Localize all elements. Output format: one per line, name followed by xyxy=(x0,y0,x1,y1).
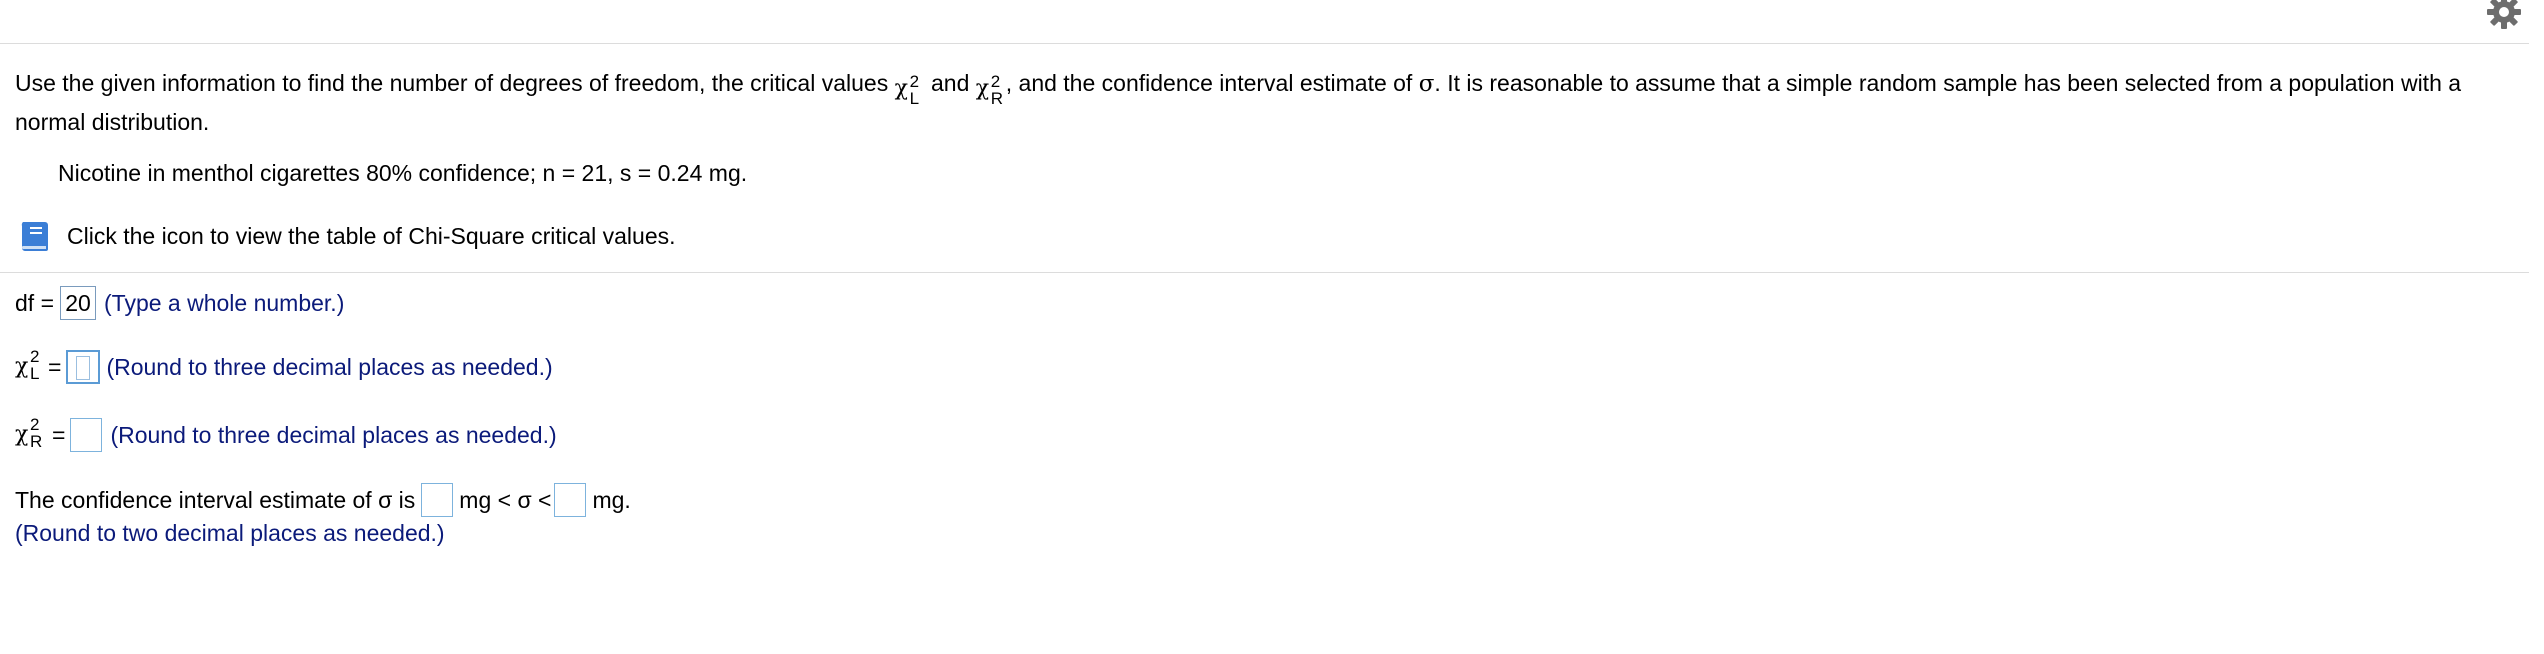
chi-square-right-label: χ2R xyxy=(15,415,43,451)
df-label: df = xyxy=(15,289,55,316)
gear-icon[interactable] xyxy=(2484,0,2524,32)
text-cursor xyxy=(76,356,91,380)
ci-upper-input[interactable] xyxy=(554,483,587,517)
top-divider xyxy=(0,43,2529,44)
ci-lower-input[interactable] xyxy=(421,483,454,517)
problem-statement: Use the given information to find the nu… xyxy=(15,70,2462,135)
chi-right-row: χ2R = (Round to three decimal places as … xyxy=(15,415,557,452)
chi-left-input[interactable] xyxy=(66,350,101,384)
ci-row: The confidence interval estimate of σ is… xyxy=(15,483,631,517)
ci-hint: (Round to two decimal places as needed.) xyxy=(15,520,445,546)
table-link-label[interactable]: Click the icon to view the table of Chi-… xyxy=(67,223,676,250)
chi-square-left-symbol: χ2L xyxy=(894,72,920,108)
question-page: Use the given information to find the nu… xyxy=(0,0,2544,654)
df-hint: (Type a whole number.) xyxy=(104,289,345,316)
chi-square-right-symbol: χ2R xyxy=(975,72,1004,108)
df-row: df = 20 (Type a whole number.) xyxy=(15,286,344,320)
book-icon[interactable] xyxy=(17,218,53,254)
df-input[interactable]: 20 xyxy=(60,286,97,320)
chi-left-hint: (Round to three decimal places as needed… xyxy=(106,353,553,380)
equals-sign: = xyxy=(48,353,62,380)
chi-right-input[interactable] xyxy=(70,418,103,452)
section-divider xyxy=(0,272,2529,273)
chi-left-row: χ2L = (Round to three decimal places as … xyxy=(15,347,553,384)
ci-prefix: The confidence interval estimate of σ is xyxy=(15,486,416,513)
equals-sign: = xyxy=(52,421,66,448)
chi-square-left-label: χ2L xyxy=(15,347,40,383)
chi-square-table-link[interactable]: Click the icon to view the table of Chi-… xyxy=(17,218,676,254)
chi-right-hint: (Round to three decimal places as needed… xyxy=(110,421,557,448)
ci-suffix: mg. xyxy=(592,486,631,513)
ci-middle: mg < σ < xyxy=(459,486,552,513)
given-data: Nicotine in menthol cigarettes 80% confi… xyxy=(58,160,748,186)
